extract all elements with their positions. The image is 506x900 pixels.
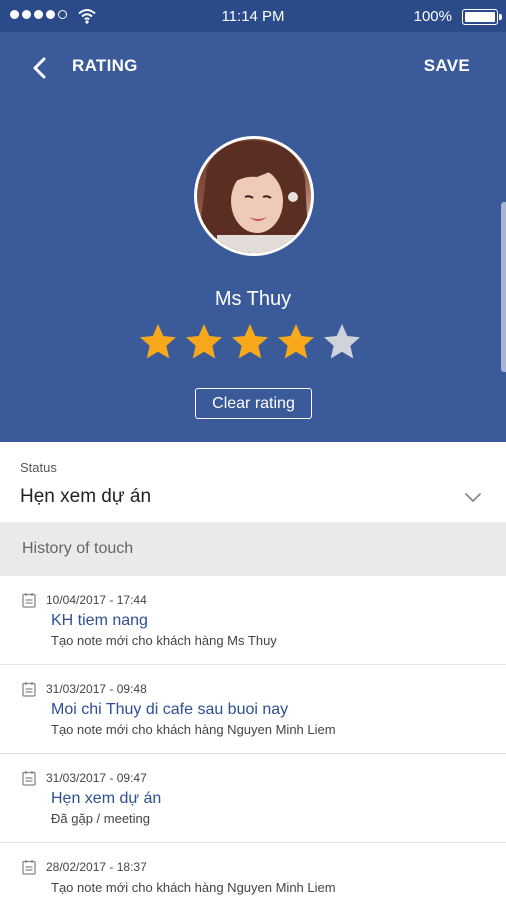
clear-rating-button[interactable]: Clear rating [195,388,312,419]
star-rating[interactable] [138,322,362,362]
calendar-icon [22,860,36,875]
status-label: Status [20,460,57,475]
history-item[interactable]: 31/03/2017 - 09:47 Hẹn xem dự án Đã gặp … [0,754,506,843]
chevron-left-icon [33,57,46,79]
history-item[interactable]: 31/03/2017 - 09:48 Moi chi Thuy di cafe … [0,665,506,754]
status-bar: 11:14 PM 100% [0,0,506,32]
page-title: RATING [72,56,138,75]
star-icon[interactable] [138,322,178,362]
battery-icon [462,9,502,25]
history-subject[interactable]: Hẹn xem dự án [51,790,161,808]
history-note: Tạo note mới cho khách hàng Nguyen Minh … [51,880,336,895]
history-section-header: History of touch [0,522,506,576]
back-button[interactable] [26,54,54,82]
status-value: Hẹn xem dự án [20,486,152,507]
star-icon[interactable] [184,322,224,362]
star-icon[interactable] [230,322,270,362]
rating-header: RATING SAVE Ms Thuy Clear rating [0,32,506,442]
star-icon[interactable] [276,322,316,362]
battery-percentage: 100% [413,8,452,25]
history-date: 10/04/2017 - 17:44 [46,593,147,607]
status-selector[interactable]: Status Hẹn xem dự án [0,442,506,522]
history-date: 31/03/2017 - 09:47 [46,771,147,785]
calendar-icon [22,593,36,608]
history-note: Tạo note mới cho khách hàng Ms Thuy [51,633,277,648]
star-icon[interactable] [322,322,362,362]
save-button[interactable]: SAVE [424,56,470,76]
history-subject[interactable]: KH tiem nang [51,612,148,630]
calendar-icon [22,682,36,697]
history-note: Đã gặp / meeting [51,811,151,826]
history-label: History of touch [22,540,134,557]
history-item[interactable]: 10/04/2017 - 17:44 KH tiem nang Tạo note… [0,576,506,665]
history-item[interactable]: 28/02/2017 - 18:37 Tạo note mới cho khác… [0,843,506,900]
history-date: 31/03/2017 - 09:48 [46,682,147,696]
contact-name: Ms Thuy [214,288,292,310]
history-date: 28/02/2017 - 18:37 [46,860,147,874]
history-subject[interactable]: Moi chi Thuy di cafe sau buoi nay [51,701,288,719]
chevron-down-icon[interactable] [464,490,482,504]
history-note: Tạo note mới cho khách hàng Nguyen Minh … [51,722,336,737]
calendar-icon [22,771,36,786]
history-list: 10/04/2017 - 17:44 KH tiem nang Tạo note… [0,576,506,900]
avatar [194,136,314,256]
scroll-indicator [501,202,506,372]
